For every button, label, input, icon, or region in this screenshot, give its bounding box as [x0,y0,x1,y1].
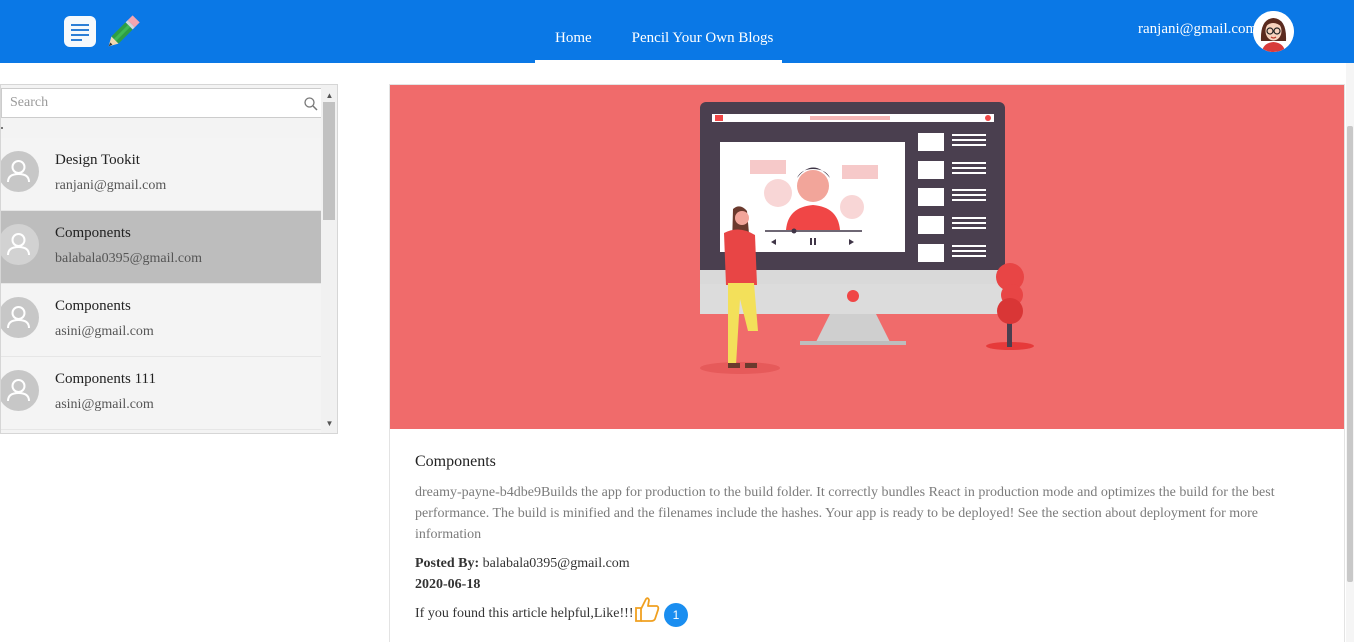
item-title: Components [55,225,131,241]
list-item[interactable]: Components 111 asini@gmail.com [1,357,321,430]
scroll-thumb[interactable] [323,102,335,220]
page-scrollbar[interactable] [1346,63,1354,642]
item-title: Design Tookit [55,152,140,168]
user-placeholder-icon [7,160,30,183]
user-email[interactable]: ranjani@gmail.com [1138,21,1257,38]
pencil-logo-icon[interactable] [102,13,142,53]
nav-active-indicator [535,60,782,63]
article-description: dreamy-payne-b4dbe9Builds the app for pr… [415,485,1275,542]
item-title: Components [55,298,131,314]
user-placeholder-icon [7,233,30,256]
posted-by-author: balabala0395@gmail.com [482,556,630,571]
article-date: 2020-06-18 [415,577,481,592]
scroll-down-arrow-icon[interactable]: ▼ [321,415,337,432]
search-icon[interactable] [304,97,318,111]
page-scroll-thumb[interactable] [1347,126,1353,582]
item-author: balabala0395@gmail.com [55,251,203,266]
main-nav: Home Pencil Your Own Blogs [535,0,793,63]
user-placeholder-icon [7,379,30,402]
blog-list: Design Tookit ranjani@gmail.com Componen… [1,138,321,430]
video-monitor-illustration-icon [700,102,1034,374]
avatar [1,224,39,265]
list-item[interactable]: Design Tookit ranjani@gmail.com [1,138,321,211]
item-author: asini@gmail.com [55,397,154,412]
avatar [1,370,39,411]
item-author: ranjani@gmail.com [55,178,167,193]
avatar [1,151,39,192]
posted-by: Posted By: balabala0395@gmail.com [415,556,630,572]
list-item[interactable]: Components asini@gmail.com [1,284,321,357]
list-scrollbar[interactable]: ▲ ▼ [321,85,337,433]
user-avatar[interactable] [1253,11,1294,52]
posted-by-label: Posted By: [415,556,480,571]
like-prompt: If you found this article helpful,Like!!… [415,606,634,621]
item-author: asini@gmail.com [55,324,154,339]
thumbs-up-icon[interactable] [633,595,661,623]
nav-home[interactable]: Home [535,0,612,63]
search-input[interactable] [10,93,290,113]
user-avatar-icon [1253,11,1294,52]
top-navbar: Home Pencil Your Own Blogs ranjani@gmail… [0,0,1354,63]
avatar [1,297,39,338]
user-placeholder-icon [7,306,30,329]
article-hero-image [390,85,1344,429]
blog-list-panel: Design Tookit ranjani@gmail.com Componen… [0,84,338,434]
document-logo-icon[interactable] [64,16,96,47]
article-title: Components [415,453,496,470]
like-count-badge: 1 [664,603,688,627]
divider-dot [1,127,3,129]
item-title: Components 111 [55,371,156,387]
nav-pencil-your-own-blogs[interactable]: Pencil Your Own Blogs [612,0,794,63]
search-box [1,88,322,118]
article-card: Components dreamy-payne-b4dbe9Builds the… [389,84,1345,642]
list-item[interactable]: Components balabala0395@gmail.com [1,211,321,284]
